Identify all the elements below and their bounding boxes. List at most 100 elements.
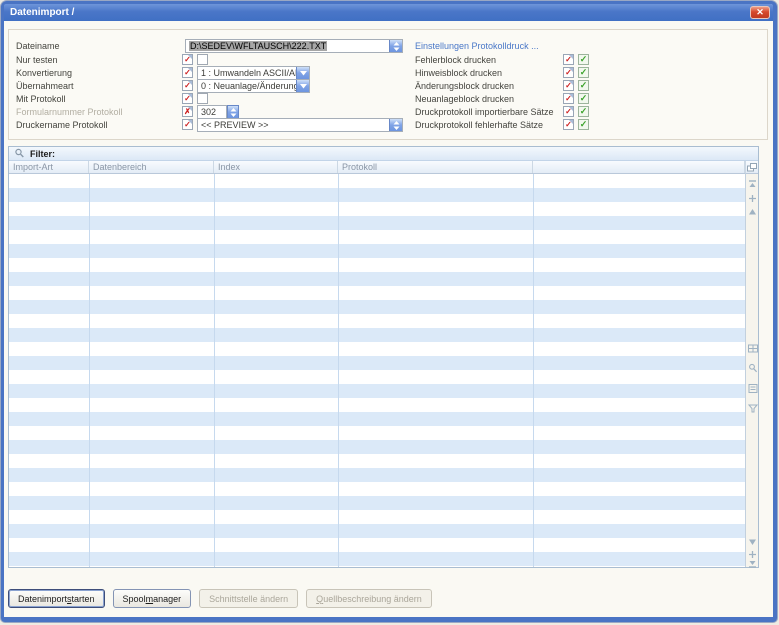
- red-check-icon: ✓: [565, 55, 572, 64]
- red-check-icon: ✓: [184, 81, 191, 90]
- grid-search-button[interactable]: [747, 363, 758, 373]
- fehlerblock-modified-button[interactable]: ✓: [563, 54, 574, 65]
- druckername-modified-button[interactable]: ✓: [182, 119, 193, 130]
- importierbare-saetze-modified-button[interactable]: ✓: [563, 106, 574, 117]
- button-label: Datenimport: [18, 594, 67, 604]
- mit-protokoll-checkbox[interactable]: [197, 93, 208, 104]
- uebernahmeart-modified-button[interactable]: ✓: [182, 80, 193, 91]
- formularnummer-input[interactable]: 302: [197, 105, 227, 119]
- button-label: uellbeschreibung ändern: [323, 594, 422, 604]
- column-divider: [89, 174, 90, 567]
- aenderungsblock-label: Änderungsblock drucken: [415, 81, 514, 91]
- datenimport-starten-button[interactable]: Datenimport starten: [8, 589, 105, 608]
- button-mnemonic: m: [146, 594, 154, 604]
- search-icon: [748, 363, 758, 373]
- fehlerblock-label: Fehlerblock drucken: [415, 55, 496, 65]
- fehlerblock-checkbox[interactable]: ✓: [578, 54, 589, 65]
- fehlerhafte-saetze-checkbox[interactable]: ✓: [578, 119, 589, 130]
- red-check-icon: ✓: [565, 107, 572, 116]
- filter-bar[interactable]: Filter:: [9, 147, 758, 161]
- close-icon: ✕: [756, 7, 764, 17]
- konvertierung-dropdown[interactable]: 1 : Umwandeln ASCII/ANSI: [197, 66, 310, 80]
- uebernahmeart-dropdown[interactable]: 0 : Neuanlage/Änderung: [197, 79, 310, 93]
- konvertierung-modified-button[interactable]: ✓: [182, 67, 193, 78]
- dateiname-value: D:\SEDEV\WFLTAUSCH\222.TXT: [189, 41, 327, 51]
- green-check-icon: ✓: [580, 106, 588, 116]
- grid-page-down-button[interactable]: [747, 549, 758, 559]
- chevron-down-icon: [300, 84, 307, 89]
- dateiname-label: Dateiname: [16, 41, 60, 51]
- red-check-icon: ✓: [184, 68, 191, 77]
- grid-row-down-button[interactable]: [747, 537, 758, 547]
- druckername-picker-button[interactable]: [389, 119, 402, 131]
- green-check-icon: ✓: [580, 80, 588, 90]
- neuanlageblock-checkbox[interactable]: ✓: [578, 93, 589, 104]
- dateiname-input[interactable]: D:\SEDEV\WFLTAUSCH\222.TXT: [185, 39, 403, 53]
- neuanlageblock-modified-button[interactable]: ✓: [563, 93, 574, 104]
- nur-testen-checkbox[interactable]: [197, 54, 208, 65]
- uebernahmeart-value: 0 : Neuanlage/Änderung: [201, 81, 299, 91]
- spoolmanager-button[interactable]: Spoolmanager: [113, 589, 192, 608]
- formularnummer-spinner-button[interactable]: [227, 105, 239, 119]
- hinweisblock-checkbox[interactable]: ✓: [578, 67, 589, 78]
- grid-row-up-button[interactable]: [747, 207, 758, 217]
- formularnummer-modified-button[interactable]: ✗: [182, 106, 193, 117]
- scroll-top-icon: [748, 180, 757, 188]
- button-label: Spool: [123, 594, 146, 604]
- fehlerhafte-saetze-label: Druckprotokoll fehlerhafte Sätze: [415, 120, 543, 130]
- import-grid: Filter: Import-Art Datenbereich Index Pr…: [8, 146, 759, 568]
- column-header-import-art[interactable]: Import-Art: [9, 161, 89, 173]
- protokolldruck-settings-link[interactable]: Einstellungen Protokolldruck ...: [415, 41, 539, 51]
- red-check-icon: ✓: [565, 81, 572, 90]
- arrow-up-icon: [748, 208, 757, 216]
- column-header-datenbereich[interactable]: Datenbereich: [89, 161, 214, 173]
- grid-scroll-top-button[interactable]: [747, 179, 758, 189]
- druckername-value: << PREVIEW >>: [201, 120, 269, 130]
- red-cross-icon: ✗: [184, 107, 191, 116]
- close-button[interactable]: ✕: [750, 6, 770, 19]
- button-label: Schnittstelle ändern: [209, 594, 288, 604]
- grid-page-up-button[interactable]: [747, 193, 758, 203]
- grid-report-button[interactable]: [747, 383, 758, 393]
- grid-filter-button[interactable]: [747, 403, 758, 413]
- fehlerhafte-saetze-modified-button[interactable]: ✓: [563, 119, 574, 130]
- red-check-icon: ✓: [565, 120, 572, 129]
- column-chooser-button[interactable]: [745, 161, 758, 174]
- grid-rows-area[interactable]: [9, 174, 745, 567]
- filter-funnel-icon: [748, 404, 758, 413]
- grid-view-button[interactable]: [747, 343, 758, 353]
- column-header-protokoll[interactable]: Protokoll: [338, 161, 533, 173]
- druckername-label: Druckername Protokoll: [16, 120, 108, 130]
- column-header-index[interactable]: Index: [214, 161, 338, 173]
- filter-label: Filter:: [30, 149, 55, 159]
- red-check-icon: ✓: [184, 94, 191, 103]
- dateiname-picker-button[interactable]: [389, 40, 402, 52]
- window-title: Datenimport /: [10, 7, 74, 18]
- document-icon: [748, 384, 758, 393]
- aenderungsblock-modified-button[interactable]: ✓: [563, 80, 574, 91]
- table-icon: [748, 344, 758, 353]
- uebernahmeart-dropdown-button[interactable]: [296, 80, 309, 92]
- mit-protokoll-modified-button[interactable]: ✓: [182, 93, 193, 104]
- red-check-icon: ✓: [184, 55, 191, 64]
- aenderungsblock-checkbox[interactable]: ✓: [578, 80, 589, 91]
- column-divider: [533, 174, 534, 567]
- red-check-icon: ✓: [565, 94, 572, 103]
- importierbare-saetze-checkbox[interactable]: ✓: [578, 106, 589, 117]
- uebernahmeart-label: Übernahmeart: [16, 81, 74, 91]
- action-button-row: Datenimport starten Spoolmanager Schnitt…: [8, 589, 432, 608]
- nur-testen-modified-button[interactable]: ✓: [182, 54, 193, 65]
- hinweisblock-modified-button[interactable]: ✓: [563, 67, 574, 78]
- hinweisblock-label: Hinweisblock drucken: [415, 68, 502, 78]
- konvertierung-value: 1 : Umwandeln ASCII/ANSI: [201, 68, 310, 78]
- green-check-icon: ✓: [580, 67, 588, 77]
- grid-scroll-bottom-button[interactable]: [747, 559, 758, 569]
- quellbeschreibung-aendern-button: Quellbeschreibung ändern: [306, 589, 432, 608]
- konvertierung-dropdown-button[interactable]: [296, 67, 309, 79]
- mit-protokoll-label: Mit Protokoll: [16, 94, 66, 104]
- druckername-dropdown[interactable]: << PREVIEW >>: [197, 118, 403, 132]
- move-down-icon: [748, 550, 757, 559]
- column-chooser-icon: [747, 163, 757, 172]
- button-label: anager: [153, 594, 181, 604]
- column-header-empty[interactable]: [533, 161, 745, 173]
